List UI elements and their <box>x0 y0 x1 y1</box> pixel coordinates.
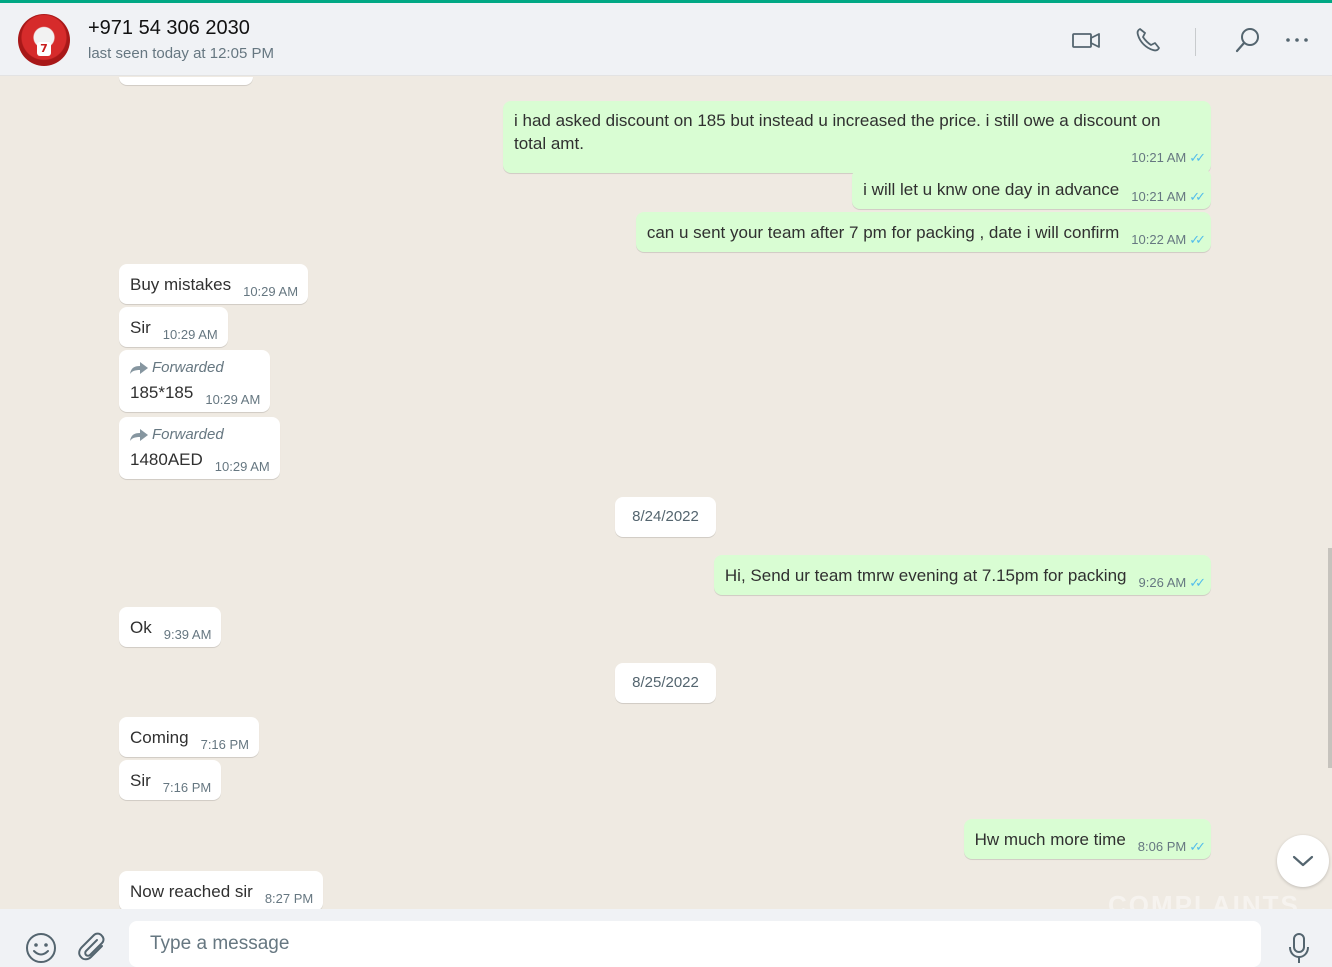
message-bubble-incoming[interactable]: Ok 9:39 AM <box>119 607 222 647</box>
date-divider: 8/24/2022 <box>615 497 716 537</box>
message-time: 10:29 AM <box>162 327 218 342</box>
message-text: Hi, Send ur team tmrw evening at 7.15pm … <box>724 566 1127 585</box>
message-time: 7:16 PM <box>200 737 250 752</box>
message-time: 10:21 AM <box>1131 189 1187 204</box>
message-bubble-outgoing[interactable]: i will let u knw one day in advance 10:21… <box>852 169 1211 209</box>
message-bubble-outgoing[interactable]: i had asked discount on 185 but instead … <box>503 101 1211 173</box>
message-bubble-incoming[interactable]: Sir 10:29 AM <box>119 307 228 347</box>
message-time: 10:22 AM <box>1131 232 1187 247</box>
avatar-badge: 7 <box>37 42 51 56</box>
message-text: 1480AED <box>130 450 203 469</box>
message-bubble-partial <box>119 77 253 85</box>
message-bubble-incoming[interactable]: Sir 7:16 PM <box>119 760 222 800</box>
message-text: Buy mistakes <box>130 275 232 294</box>
message-bubble-outgoing[interactable]: can u sent your team after 7 pm for pack… <box>635 212 1211 252</box>
video-call-icon[interactable] <box>1071 25 1101 55</box>
header-divider <box>1195 28 1196 56</box>
menu-icon[interactable] <box>1283 25 1313 55</box>
message-list[interactable]: i had asked discount on 185 but instead … <box>0 77 1332 909</box>
forward-arrow-icon <box>130 429 148 442</box>
message-time: 8:27 PM <box>264 891 314 906</box>
message-bubble-incoming[interactable]: Now reached sir 8:27 PM <box>119 871 324 909</box>
message-time: 8:06 PM <box>1137 839 1187 854</box>
message-time: 7:16 PM <box>162 780 212 795</box>
chat-header[interactable]: 7 +971 54 306 2030 last seen today at 12… <box>0 3 1332 76</box>
message-text: Sir <box>130 318 151 337</box>
message-text: Sir <box>130 771 151 790</box>
contact-last-seen: last seen today at 12:05 PM <box>88 45 274 62</box>
message-time: 10:29 AM <box>214 459 270 474</box>
message-time: 10:21 AM <box>1131 150 1187 165</box>
contact-avatar[interactable]: 7 <box>18 14 70 66</box>
message-text: 185*185 <box>130 383 194 402</box>
message-bubble-forwarded[interactable]: Forwarded 1480AED 10:29 AM <box>119 417 280 479</box>
read-ticks-icon: ✓✓ <box>1189 189 1206 204</box>
message-text: Now reached sir <box>130 882 253 901</box>
message-bubble-forwarded[interactable]: Forwarded 185*185 10:29 AM <box>119 350 271 412</box>
search-icon[interactable] <box>1233 25 1263 55</box>
scroll-to-bottom-button[interactable] <box>1277 835 1329 887</box>
chat-scrollbar[interactable] <box>1328 548 1332 768</box>
message-time: 9:39 AM <box>163 627 212 642</box>
message-bubble-outgoing[interactable]: Hi, Send ur team tmrw evening at 7.15pm … <box>713 555 1211 595</box>
message-time: 10:29 AM <box>205 392 261 407</box>
message-text: i will let u knw one day in advance <box>863 180 1120 199</box>
chevron-down-icon <box>1292 855 1314 867</box>
message-text: can u sent your team after 7 pm for pack… <box>646 223 1120 242</box>
read-ticks-icon: ✓✓ <box>1189 232 1206 247</box>
message-bubble-incoming[interactable]: Buy mistakes 10:29 AM <box>119 264 309 304</box>
forwarded-label: Forwarded <box>130 358 260 378</box>
forwarded-label: Forwarded <box>130 425 270 445</box>
message-time: 9:26 AM <box>1138 575 1187 590</box>
read-ticks-icon: ✓✓ <box>1189 839 1206 854</box>
read-ticks-icon: ✓✓ <box>1189 575 1206 590</box>
message-text: Hw much more time <box>974 830 1126 849</box>
read-ticks-icon: ✓✓ <box>1189 150 1206 165</box>
forward-arrow-icon <box>130 362 148 375</box>
attach-icon[interactable] <box>76 931 110 965</box>
composer-bar <box>0 909 1332 967</box>
emoji-icon[interactable] <box>24 931 58 965</box>
message-bubble-incoming[interactable]: Coming 7:16 PM <box>119 717 260 757</box>
date-divider: 8/25/2022 <box>615 663 716 703</box>
message-text: Coming <box>130 728 189 747</box>
microphone-icon[interactable] <box>1282 931 1316 965</box>
message-bubble-outgoing[interactable]: Hw much more time 8:06 PM ✓✓ <box>963 819 1211 859</box>
message-text: Ok <box>130 618 152 637</box>
voice-call-icon[interactable] <box>1133 25 1163 55</box>
contact-name[interactable]: +971 54 306 2030 <box>88 17 250 40</box>
message-time: 10:29 AM <box>243 284 299 299</box>
message-input[interactable] <box>129 921 1261 967</box>
